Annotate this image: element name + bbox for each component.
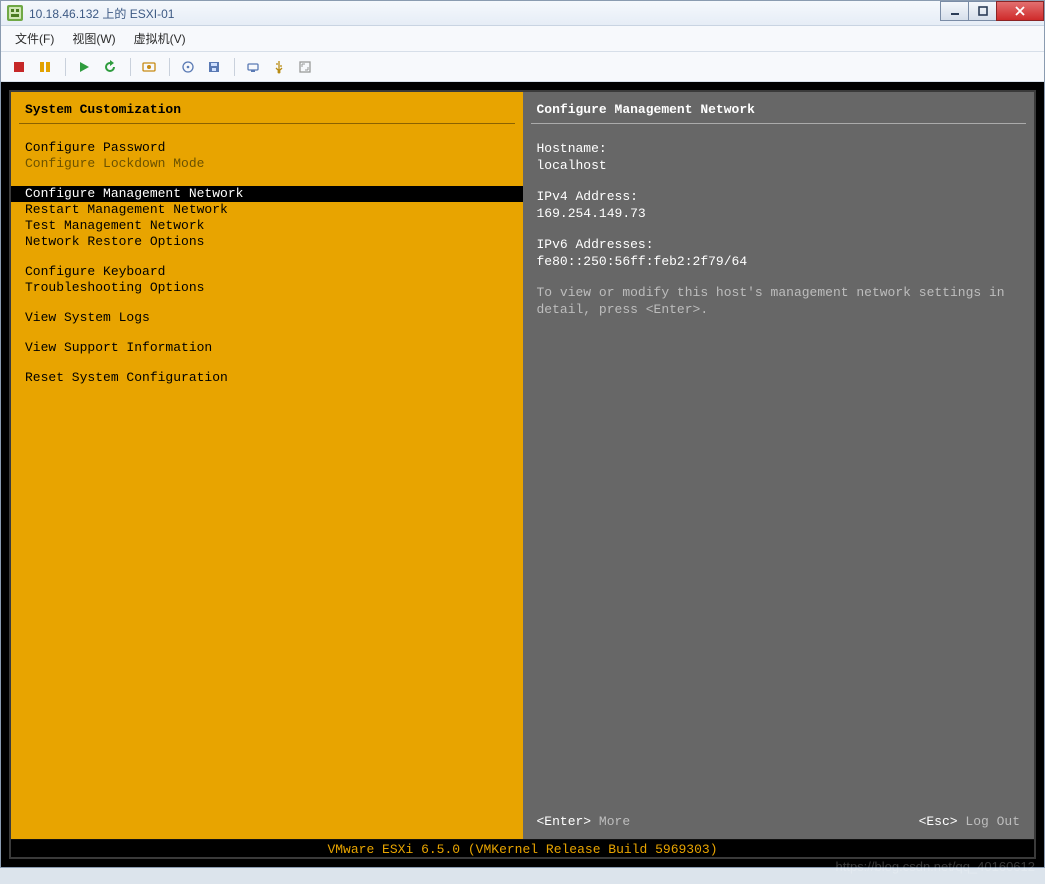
menu-item[interactable]: Troubleshooting Options — [25, 280, 509, 296]
menu-file[interactable]: 文件(F) — [15, 30, 54, 47]
toolbar — [1, 52, 1044, 82]
ipv4-label: IPv4 Address: — [537, 188, 1021, 205]
menu-item[interactable]: Network Restore Options — [25, 234, 509, 250]
floppy-icon[interactable] — [202, 56, 226, 78]
ipv4-value: 169.254.149.73 — [537, 205, 1021, 222]
menu-item[interactable]: Configure Password — [25, 140, 509, 156]
maximize-button[interactable] — [968, 1, 997, 21]
menu-view[interactable]: 视图(W) — [72, 30, 115, 47]
pause-icon[interactable] — [33, 56, 57, 78]
minimize-button[interactable] — [940, 1, 969, 21]
usb-icon[interactable] — [267, 56, 291, 78]
esc-key[interactable]: <Esc> — [919, 814, 958, 829]
close-button[interactable] — [996, 1, 1044, 21]
refresh-icon[interactable] — [98, 56, 122, 78]
hint-text: To view or modify this host's management… — [523, 284, 1035, 318]
menu-item[interactable]: View Support Information — [25, 340, 509, 356]
left-pane: System Customization Configure PasswordC… — [11, 92, 523, 839]
hostname-value: localhost — [537, 157, 1021, 174]
ipv6-value: fe80::250:56ff:feb2:2f79/64 — [537, 253, 1021, 270]
toolbar-divider — [65, 58, 66, 76]
menu-item[interactable]: Test Management Network — [25, 218, 509, 234]
menu-item[interactable]: Configure Management Network — [11, 186, 523, 202]
menu-item: Configure Lockdown Mode — [25, 156, 509, 172]
ipv6-label: IPv6 Addresses: — [537, 236, 1021, 253]
fullscreen-icon[interactable] — [293, 56, 317, 78]
menubar: 文件(F) 视图(W) 虚拟机(V) — [1, 26, 1044, 52]
menu-item[interactable]: View System Logs — [25, 310, 509, 326]
nic-icon[interactable] — [241, 56, 265, 78]
menu-item[interactable]: Reset System Configuration — [25, 370, 509, 386]
toolbar-divider — [130, 58, 131, 76]
play-icon[interactable] — [72, 56, 96, 78]
titlebar: 10.18.46.132 上的 ESXI-01 — [1, 1, 1044, 26]
enter-key[interactable]: <Enter> — [537, 814, 592, 829]
stop-icon[interactable] — [7, 56, 31, 78]
pane-divider — [531, 123, 1027, 124]
right-pane: Configure Management Network Hostname: l… — [523, 92, 1035, 839]
pane-divider — [19, 123, 515, 124]
toolbar-divider — [169, 58, 170, 76]
left-pane-title: System Customization — [11, 98, 523, 123]
window-title: 10.18.46.132 上的 ESXI-01 — [29, 5, 174, 22]
build-bar: VMware ESXi 6.5.0 (VMKernel Release Buil… — [11, 839, 1034, 857]
toolbar-divider — [234, 58, 235, 76]
vsphere-icon — [7, 5, 23, 21]
menu-item[interactable]: Restart Management Network — [25, 202, 509, 218]
app-window: 10.18.46.132 上的 ESXI-01 文件(F) 视图(W) 虚拟机(… — [0, 0, 1045, 868]
menu-vm[interactable]: 虚拟机(V) — [134, 30, 186, 47]
screenshot-icon[interactable] — [137, 56, 161, 78]
vm-console: System Customization Configure PasswordC… — [1, 82, 1044, 867]
cd-icon[interactable] — [176, 56, 200, 78]
esc-label: Log Out — [965, 814, 1020, 829]
enter-label: More — [599, 814, 630, 829]
hostname-label: Hostname: — [537, 140, 1021, 157]
right-pane-title: Configure Management Network — [523, 98, 1035, 123]
menu-item[interactable]: Configure Keyboard — [25, 264, 509, 280]
footer: <Enter> More <Esc> Log Out — [523, 810, 1035, 833]
